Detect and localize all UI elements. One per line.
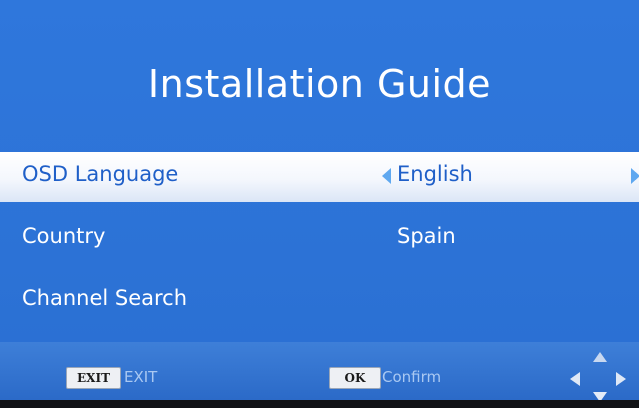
menu-item-label: Country bbox=[22, 224, 106, 248]
dpad-up-icon bbox=[593, 352, 607, 362]
menu-item-country[interactable]: Country Spain bbox=[0, 214, 639, 264]
arrow-left-icon[interactable] bbox=[382, 168, 391, 184]
tv-screen: Installation Guide OSD Language English … bbox=[0, 0, 639, 402]
screen-bezel bbox=[0, 400, 639, 408]
arrow-right-icon[interactable] bbox=[631, 168, 639, 184]
exit-key[interactable]: EXIT bbox=[66, 367, 121, 389]
dpad-right-icon bbox=[616, 372, 626, 386]
menu-item-label: Channel Search bbox=[22, 286, 188, 310]
page-title: Installation Guide bbox=[147, 62, 492, 106]
menu-item-label: OSD Language bbox=[22, 162, 179, 186]
confirm-hint-label: Confirm bbox=[382, 368, 442, 386]
dpad-icon bbox=[568, 352, 632, 406]
ok-key[interactable]: OK bbox=[329, 367, 381, 389]
menu-item-value: English bbox=[397, 162, 473, 186]
footer-hint-bar: EXIT EXIT OK Confirm bbox=[0, 342, 639, 402]
menu-item-channel-search[interactable]: Channel Search bbox=[0, 276, 639, 326]
menu-item-osd-language[interactable]: OSD Language English bbox=[0, 152, 639, 202]
menu-item-value: Spain bbox=[397, 224, 456, 248]
dpad-left-icon bbox=[570, 372, 580, 386]
exit-hint-label: EXIT bbox=[124, 368, 158, 386]
